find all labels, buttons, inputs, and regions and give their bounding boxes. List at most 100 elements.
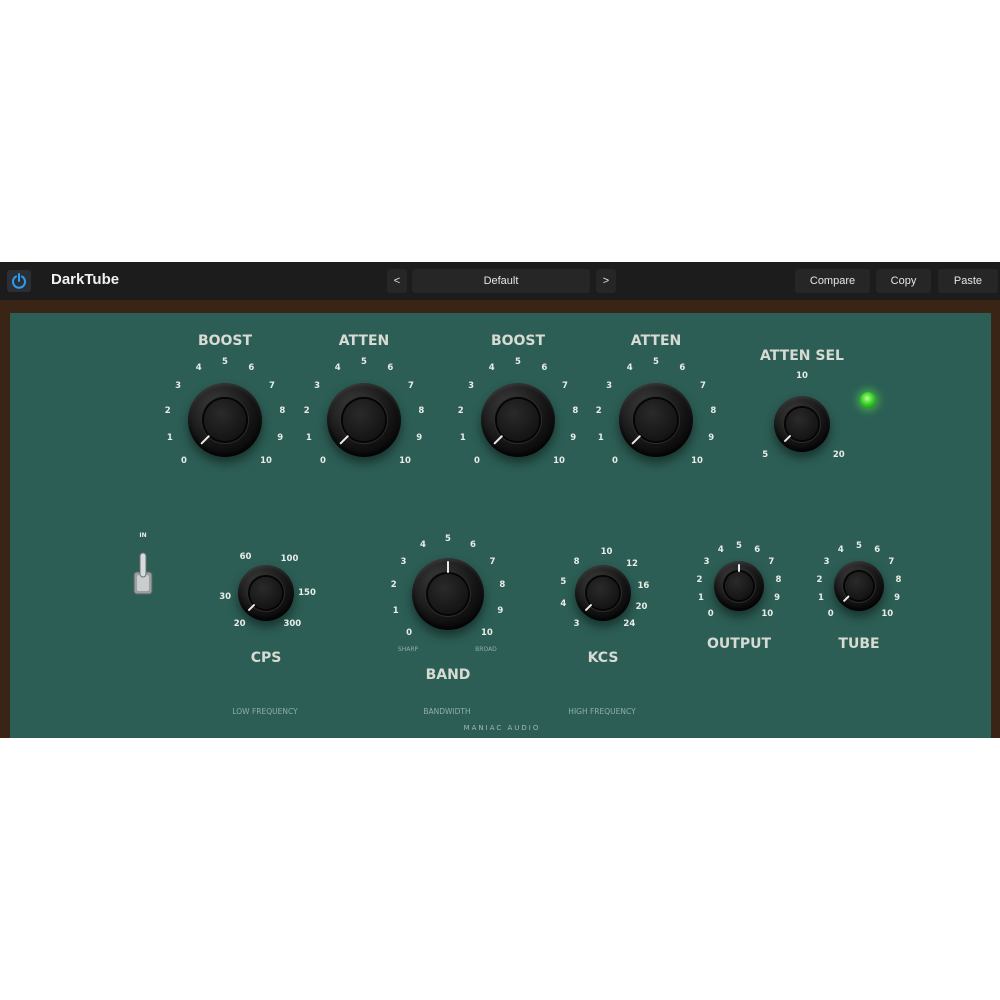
- knob-cap: [725, 572, 753, 600]
- cps-knob[interactable]: [238, 565, 294, 621]
- scale-tick-label: 1: [392, 605, 399, 616]
- scale-tick-label: 3: [573, 619, 580, 630]
- scale-tick-label: 10: [761, 609, 774, 620]
- scale-tick-label: 10: [881, 609, 894, 620]
- knob-pointer: [738, 564, 740, 572]
- scale-tick-label: 24: [623, 619, 636, 630]
- power-icon: [12, 273, 26, 289]
- scale-tick-label: 0: [707, 609, 714, 620]
- knob-cap: [635, 399, 677, 441]
- paste-button[interactable]: Paste: [938, 269, 998, 293]
- eq-panel: [10, 313, 991, 738]
- scale-tick-label: 1: [697, 593, 704, 604]
- scale-tick-label: 4: [626, 363, 633, 374]
- scale-tick-label: 2: [595, 405, 602, 416]
- scale-tick-label: 9: [416, 432, 423, 443]
- low-atten-knob[interactable]: [327, 383, 401, 457]
- scale-tick-label: 6: [874, 545, 881, 556]
- scale-tick-label: 8: [279, 405, 286, 416]
- scale-tick-label: 8: [710, 405, 717, 416]
- knob-pointer: [584, 603, 593, 612]
- scale-tick-label: 9: [570, 432, 577, 443]
- scale-tick-label: 5: [222, 357, 228, 367]
- scale-tick-label: 6: [541, 363, 548, 374]
- kcs-knob[interactable]: [575, 565, 631, 621]
- scale-tick-label: 6: [470, 539, 476, 550]
- scale-tick-label: 4: [420, 539, 426, 550]
- scale-tick-label: 7: [699, 380, 706, 391]
- knob-pointer: [783, 434, 792, 443]
- scale-tick-label: 7: [888, 557, 895, 568]
- knob-pointer: [447, 561, 449, 573]
- tube-label: TUBE: [838, 636, 880, 652]
- scale-tick-label: 5: [736, 541, 742, 551]
- tube-knob[interactable]: [834, 561, 884, 611]
- band-broad-label: BROAD: [475, 646, 497, 653]
- preset-name-field[interactable]: Default: [412, 269, 590, 293]
- band-sharp-label: SHARP: [397, 646, 419, 653]
- scale-tick-label: 2: [696, 574, 703, 585]
- scale-tick-label: 0: [612, 456, 618, 466]
- scale-tick-label: 1: [597, 432, 604, 443]
- knob-pointer: [339, 434, 350, 445]
- scale-tick-label: 4: [195, 363, 202, 374]
- high-boost-label: BOOST: [490, 333, 546, 349]
- scale-tick-label: 6: [754, 545, 761, 556]
- scale-tick-label: 0: [406, 627, 413, 638]
- scale-tick-label: 2: [164, 405, 171, 416]
- low-frequency-section-label: LOW FREQUENCY: [232, 707, 298, 716]
- knob-pointer: [842, 595, 850, 603]
- scale-tick-label: 5: [361, 357, 367, 367]
- scale-tick-label: 2: [816, 574, 823, 585]
- scale-tick-label: 300: [283, 619, 302, 630]
- preset-prev-button[interactable]: <: [387, 269, 407, 293]
- scale-tick-label: 7: [268, 380, 275, 391]
- scale-tick-label: 9: [894, 593, 900, 604]
- band-label: BAND: [425, 667, 471, 683]
- low-atten-label: ATTEN: [338, 333, 390, 349]
- atten-sel-knob[interactable]: [774, 396, 830, 452]
- scale-tick-label: 2: [303, 405, 310, 416]
- preset-next-button[interactable]: >: [596, 269, 616, 293]
- scale-tick-label: 8: [499, 580, 506, 591]
- scale-tick-label: 8: [775, 574, 782, 585]
- scale-tick-label: 4: [560, 598, 567, 609]
- low-boost-knob[interactable]: [188, 383, 262, 457]
- scale-tick-label: 9: [497, 605, 504, 616]
- scale-tick-label: 3: [468, 380, 475, 391]
- scale-tick-label: 8: [418, 405, 425, 416]
- copy-button[interactable]: Copy: [876, 269, 931, 293]
- output-knob[interactable]: [714, 561, 764, 611]
- scale-tick-label: 3: [703, 557, 710, 568]
- output-label: OUTPUT: [707, 636, 771, 652]
- scale-tick-label: 4: [837, 545, 844, 556]
- scale-tick-label: 0: [320, 456, 326, 466]
- high-boost-knob[interactable]: [481, 383, 555, 457]
- band-knob[interactable]: [412, 558, 484, 630]
- scale-tick-label: 7: [407, 380, 414, 391]
- knob-cap: [427, 573, 469, 615]
- scale-tick-label: 60: [239, 552, 252, 563]
- scale-tick-label: 7: [489, 556, 496, 567]
- scale-tick-label: 3: [823, 557, 830, 568]
- scale-tick-label: 10: [399, 456, 411, 466]
- scale-tick-label: 0: [827, 609, 834, 620]
- scale-tick-label: 3: [400, 556, 407, 567]
- knob-pointer: [631, 434, 642, 445]
- high-atten-knob[interactable]: [619, 383, 693, 457]
- scale-tick-label: 4: [334, 363, 341, 374]
- compare-button[interactable]: Compare: [795, 269, 870, 293]
- power-led: [860, 392, 876, 408]
- scale-tick-label: 7: [561, 380, 568, 391]
- scale-tick-label: 10: [480, 627, 493, 638]
- brand-logo: MANIAC AUDIO: [463, 724, 541, 732]
- in-toggle-switch[interactable]: [133, 550, 153, 598]
- power-button[interactable]: [7, 270, 31, 292]
- low-boost-label: BOOST: [197, 333, 253, 349]
- scale-tick-label: 5: [515, 357, 521, 367]
- kcs-label: KCS: [587, 650, 619, 666]
- scale-tick-label: 8: [895, 574, 902, 585]
- bandwidth-section-label: BANDWIDTH: [423, 707, 471, 716]
- high-atten-label: ATTEN: [630, 333, 682, 349]
- app-title: DarkTube: [51, 271, 120, 288]
